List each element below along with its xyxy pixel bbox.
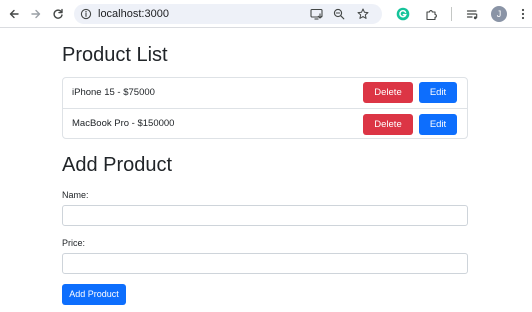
profile-avatar[interactable]: J <box>491 6 507 22</box>
add-product-heading: Add Product <box>62 154 173 176</box>
delete-button[interactable]: Delete <box>363 82 413 103</box>
back-button[interactable] <box>4 4 24 24</box>
reload-icon <box>53 8 63 19</box>
delete-button[interactable]: Delete <box>363 114 413 135</box>
arrow-left-icon <box>9 9 19 19</box>
toolbar-divider <box>451 7 452 21</box>
name-label: Name: <box>62 190 89 200</box>
kebab-menu-icon[interactable] <box>514 5 532 23</box>
bookmark-star-icon[interactable] <box>356 7 370 21</box>
extensions-puzzle-icon[interactable] <box>422 5 440 23</box>
reload-button[interactable] <box>48 4 68 24</box>
product-list: iPhone 15 - $75000 Delete Edit MacBook P… <box>62 77 468 139</box>
address-bar[interactable]: localhost:3000 <box>74 4 382 24</box>
zoom-icon[interactable] <box>332 7 346 21</box>
price-field[interactable] <box>62 253 468 274</box>
edit-button[interactable]: Edit <box>419 114 457 135</box>
product-list-heading: Product List <box>62 44 168 66</box>
name-field[interactable] <box>62 205 468 226</box>
browser-toolbar: localhost:3000 J <box>0 0 532 28</box>
arrow-right-icon <box>31 9 41 19</box>
extension-grammarly-icon[interactable] <box>394 5 412 23</box>
media-queue-icon[interactable] <box>463 5 481 23</box>
list-item: iPhone 15 - $75000 Delete Edit <box>63 78 467 108</box>
add-product-button[interactable]: Add Product <box>62 284 126 305</box>
product-label: iPhone 15 - $75000 <box>72 87 155 98</box>
install-app-icon[interactable] <box>310 7 324 21</box>
edit-button[interactable]: Edit <box>419 82 457 103</box>
forward-button[interactable] <box>26 4 46 24</box>
price-label: Price: <box>62 238 86 248</box>
url-text[interactable]: localhost:3000 <box>98 7 169 21</box>
list-item: MacBook Pro - $150000 Delete Edit <box>63 108 467 138</box>
site-info-icon[interactable] <box>79 7 93 21</box>
product-label: MacBook Pro - $150000 <box>72 118 175 129</box>
